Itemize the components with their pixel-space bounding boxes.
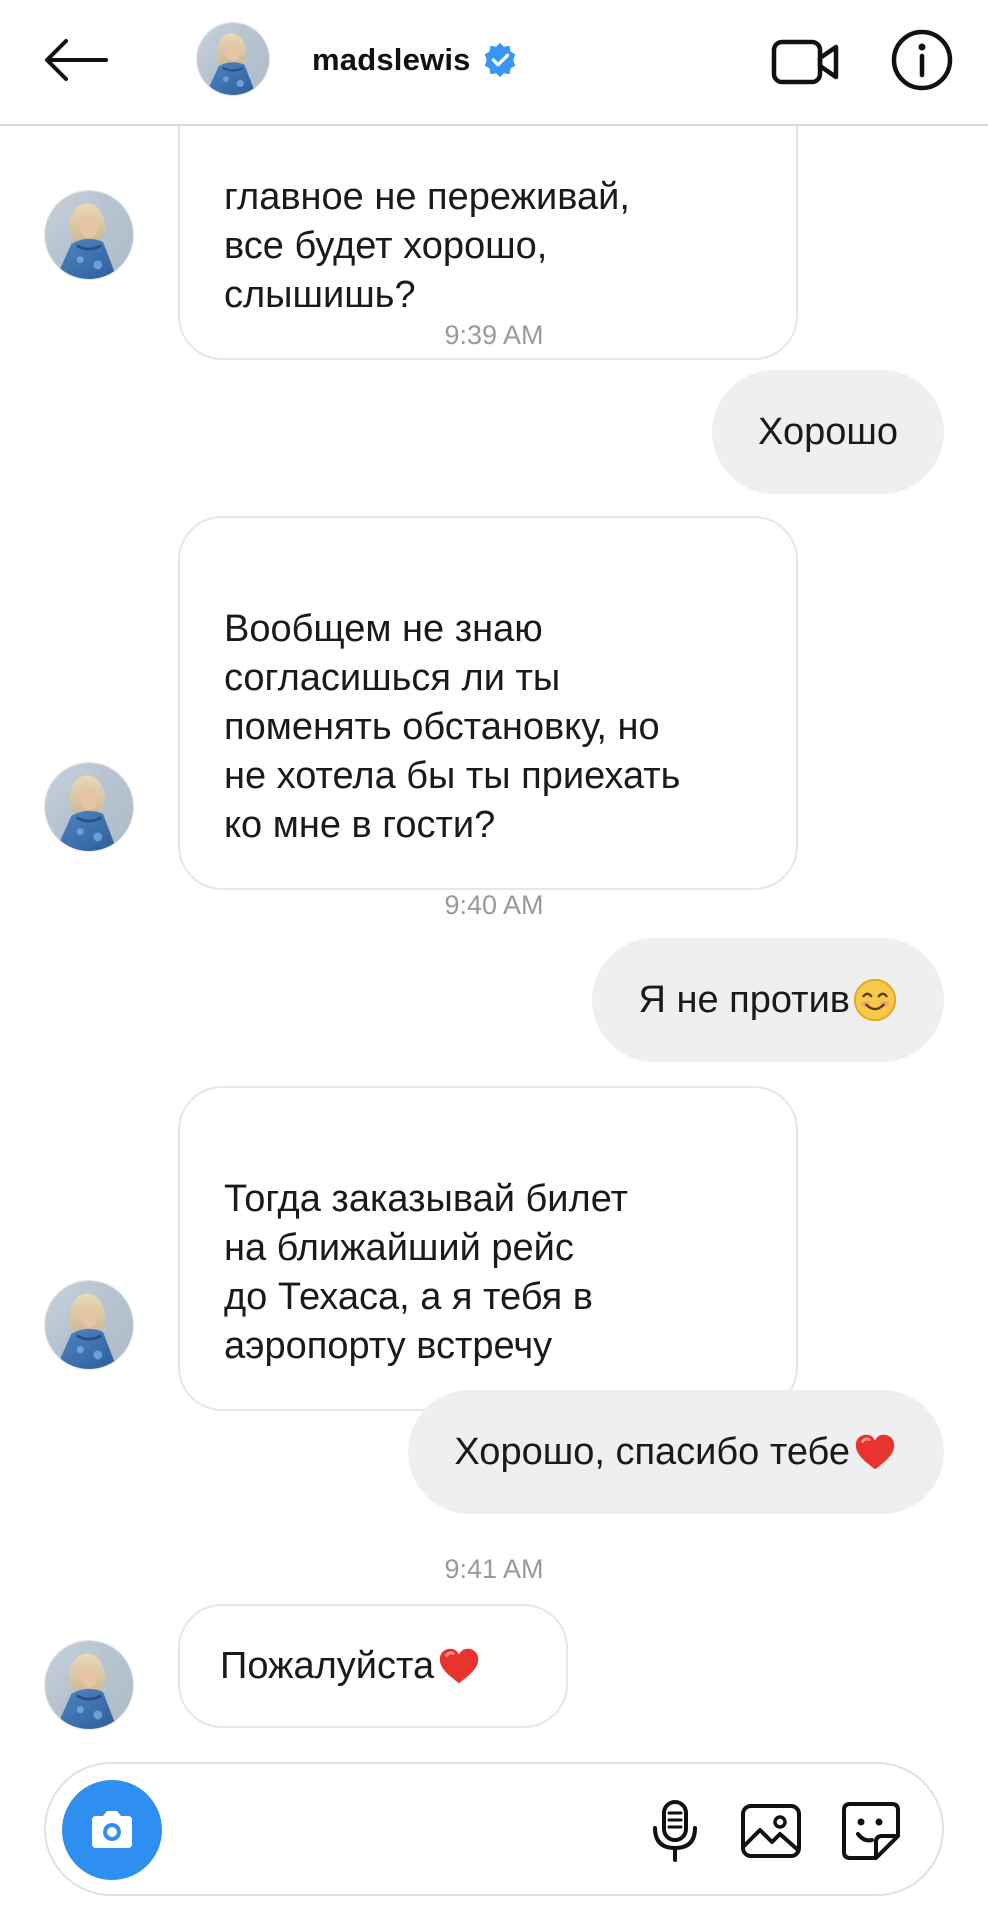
profile-photo	[197, 23, 269, 95]
message-thread[interactable]: главное не переживай, все будет хорошо, …	[0, 0, 988, 1740]
arrow-left-icon	[45, 39, 108, 81]
message-text: Хорошо	[758, 410, 898, 453]
avatar[interactable]	[44, 762, 134, 852]
header-avatar[interactable]	[196, 22, 270, 96]
verified-badge-icon	[484, 42, 515, 78]
outgoing-message-bubble[interactable]: Хорошо	[712, 370, 944, 494]
message-text: Вообщем не знаю согласишься ли ты поменя…	[224, 608, 681, 846]
red-heart-emoji-icon	[436, 1643, 482, 1689]
avatar[interactable]	[44, 190, 134, 280]
profile-photo	[45, 191, 133, 279]
incoming-message-bubble[interactable]: Пожалуйста	[178, 1604, 568, 1728]
voice-message-button[interactable]	[640, 1796, 710, 1866]
avatar[interactable]	[44, 1280, 134, 1370]
message-text: главное не переживай, все будет хорошо, …	[224, 176, 630, 316]
timestamp: 9:41 AM	[444, 1554, 544, 1584]
video-call-button[interactable]	[770, 34, 842, 90]
avatar[interactable]	[44, 1640, 134, 1730]
message-text: Хорошо, спасибо тебе	[454, 1430, 850, 1473]
gallery-button[interactable]	[736, 1796, 806, 1866]
sticker-icon	[842, 1802, 900, 1860]
camera-icon	[92, 1811, 132, 1848]
sticker-button[interactable]	[836, 1796, 906, 1866]
smiling-face-emoji-icon	[852, 977, 898, 1023]
camera-button[interactable]	[62, 1780, 162, 1880]
profile-link[interactable]: madslewis	[312, 38, 519, 82]
profile-photo	[45, 1281, 133, 1369]
video-camera-icon	[771, 39, 839, 85]
incoming-message-bubble[interactable]: Тогда заказывай билет на ближайший рейс …	[178, 1086, 798, 1411]
message-input[interactable]	[182, 1794, 656, 1868]
message-text: Пожалуйста	[220, 1644, 435, 1687]
back-button[interactable]	[40, 28, 112, 92]
timestamp: 9:39 AM	[444, 320, 544, 350]
message-text: Тогда заказывай билет на ближайший рейс …	[224, 1178, 628, 1367]
info-button[interactable]	[890, 28, 954, 92]
outgoing-message-bubble[interactable]: Хорошо, спасибо тебе	[408, 1390, 944, 1514]
message-composer	[44, 1762, 944, 1896]
microphone-icon	[653, 1800, 697, 1862]
gallery-icon	[741, 1804, 801, 1858]
red-heart-emoji-icon	[852, 1429, 898, 1475]
message-text: Я не против	[638, 978, 850, 1021]
profile-photo	[45, 1641, 133, 1729]
conversation-header: madslewis	[0, 0, 988, 126]
incoming-message-bubble[interactable]: Вообщем не знаю согласишься ли ты поменя…	[178, 516, 798, 890]
profile-photo	[45, 763, 133, 851]
info-icon	[891, 29, 953, 91]
outgoing-message-bubble[interactable]: Я не против	[592, 938, 944, 1062]
timestamp: 9:40 AM	[444, 890, 544, 920]
username: madslewis	[312, 42, 471, 77]
